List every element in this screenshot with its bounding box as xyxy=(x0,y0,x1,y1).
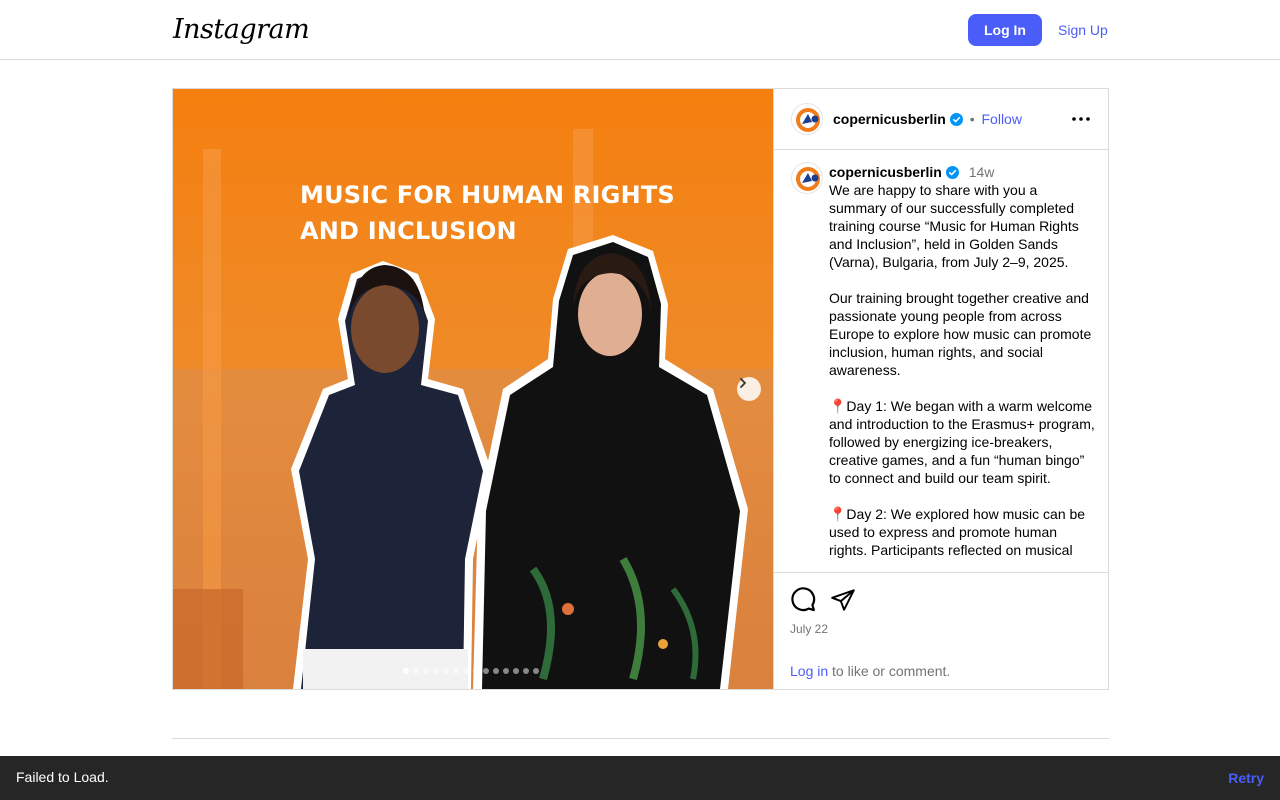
share-button[interactable] xyxy=(830,587,856,613)
comment-icon xyxy=(791,587,816,612)
comment-button[interactable] xyxy=(790,587,816,613)
post-header: copernicusberlin • Follow xyxy=(774,89,1109,150)
media-overlay-title-line-2: AND INCLUSION xyxy=(300,217,517,245)
carousel-dot xyxy=(463,668,469,674)
instagram-logo[interactable]: Instagram xyxy=(173,14,310,45)
carousel-dot xyxy=(503,668,509,674)
caption-area[interactable]: copernicusberlin 14w We are happy to sha… xyxy=(774,150,1109,572)
carousel-next-button[interactable] xyxy=(737,377,761,401)
caption-text: We are happy to share with you a summary… xyxy=(829,182,1095,558)
carousel-dot xyxy=(523,668,529,674)
copernicus-logo-icon xyxy=(796,108,820,132)
top-navigation-bar: Instagram Log In Sign Up xyxy=(0,0,1280,60)
caption-timestamp[interactable]: 14w xyxy=(969,164,995,180)
carousel-dot xyxy=(533,668,539,674)
carousel-dot xyxy=(423,668,429,674)
login-prompt: Log in to like or comment. xyxy=(790,663,950,679)
follow-button[interactable]: Follow xyxy=(982,111,1022,127)
carousel-indicator xyxy=(403,668,539,674)
author-row: copernicusberlin • Follow xyxy=(833,111,1022,127)
verified-badge-icon xyxy=(945,166,959,179)
footer-divider xyxy=(172,738,1109,739)
post-actions: July 22 Log in to like or comment. xyxy=(774,572,1109,689)
carousel-dot xyxy=(413,668,419,674)
caption-author-avatar[interactable] xyxy=(791,162,823,194)
carousel-dot xyxy=(403,668,409,674)
post-sidebar: copernicusberlin • Follow copernicusberl… xyxy=(773,89,1109,689)
carousel-dot xyxy=(453,668,459,674)
author-username[interactable]: copernicusberlin xyxy=(833,111,946,127)
post-container: MUSIC FOR HUMAN RIGHTS AND INCLUSION cop… xyxy=(172,88,1109,690)
error-toast: Failed to Load. Retry xyxy=(0,756,1280,800)
chevron-right-icon xyxy=(740,378,746,388)
log-in-button[interactable]: Log In xyxy=(968,14,1042,46)
carousel-dot xyxy=(513,668,519,674)
toast-message: Failed to Load. xyxy=(16,769,109,785)
carousel-dot xyxy=(473,668,479,674)
log-in-link[interactable]: Log in xyxy=(790,663,828,679)
carousel-dot xyxy=(483,668,489,674)
more-horizontal-icon xyxy=(1072,117,1090,121)
media-overlay-title: MUSIC FOR HUMAN RIGHTS AND INCLUSION xyxy=(300,177,675,249)
caption-username[interactable]: copernicusberlin xyxy=(829,164,942,180)
share-paper-plane-icon xyxy=(831,589,855,611)
carousel-dot xyxy=(493,668,499,674)
sign-up-link[interactable]: Sign Up xyxy=(1054,14,1112,46)
post-caption: copernicusberlin 14w We are happy to sha… xyxy=(829,163,1095,559)
carousel-dot xyxy=(443,668,449,674)
author-separator: • xyxy=(969,111,975,127)
retry-button[interactable]: Retry xyxy=(1228,770,1264,786)
copernicus-logo-icon xyxy=(796,167,820,191)
verified-badge-icon xyxy=(949,113,963,126)
post-media[interactable]: MUSIC FOR HUMAN RIGHTS AND INCLUSION xyxy=(173,89,773,689)
post-date[interactable]: July 22 xyxy=(790,622,828,636)
author-avatar[interactable] xyxy=(791,103,823,135)
more-options-button[interactable] xyxy=(1070,109,1092,129)
media-overlay-title-line-1: MUSIC FOR HUMAN RIGHTS xyxy=(300,181,675,209)
carousel-dot xyxy=(433,668,439,674)
login-prompt-text: to like or comment. xyxy=(828,663,951,679)
